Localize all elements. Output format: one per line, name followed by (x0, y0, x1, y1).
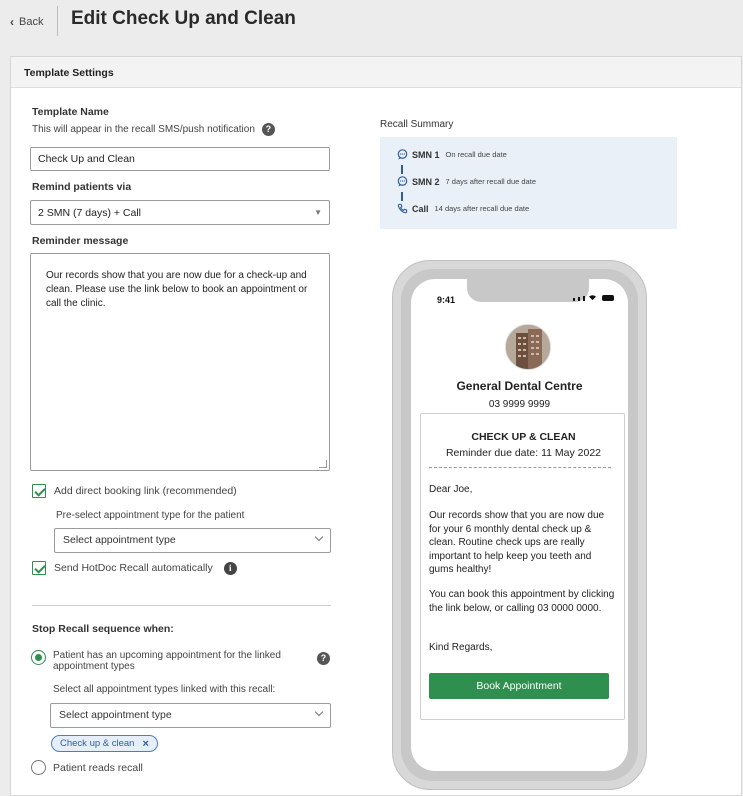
back-label: Back (19, 16, 44, 28)
preselect-appointment-dropdown[interactable]: Select appointment type (54, 528, 331, 553)
timeline-connector (401, 165, 403, 174)
radio-unselected[interactable] (31, 760, 46, 775)
back-button[interactable]: ‹ Back (10, 15, 43, 29)
summary-item-smn2: SMN 2 7 days after recall due date (397, 176, 536, 187)
chevron-down-icon (314, 707, 324, 717)
header-divider (57, 6, 58, 36)
recall-message-card: CHECK UP & CLEAN Reminder due date: 11 M… (420, 413, 625, 720)
top-bar: ‹ Back Edit Check Up and Clean (0, 0, 743, 56)
linked-types-label: Select all appointment types linked with… (53, 684, 276, 695)
book-appointment-button[interactable]: Book Appointment (429, 673, 609, 699)
chat-bubble-icon (397, 176, 408, 187)
message-body-1: Our records show that you are now due fo… (429, 510, 605, 575)
booking-link-row: Add direct booking link (recommended) (32, 484, 237, 498)
summary-item-desc: On recall due date (445, 150, 507, 159)
info-icon[interactable]: i (223, 561, 237, 575)
stop-option-reads[interactable]: Patient reads recall (31, 760, 143, 775)
message-signoff: Kind Regards, (429, 642, 493, 653)
stop-recall-label: Stop Recall sequence when: (32, 623, 174, 635)
summary-item-name: SMN 1 (412, 149, 440, 160)
linked-placeholder: Select appointment type (59, 709, 172, 721)
page-title: Edit Check Up and Clean (71, 8, 296, 29)
preselect-label: Pre-select appointment type for the pati… (56, 510, 245, 521)
template-name-help-row: This will appear in the recall SMS/push … (32, 123, 275, 136)
close-icon[interactable]: × (142, 738, 148, 750)
reminder-message-text: Our records show that you are now due fo… (46, 270, 308, 309)
section-divider (32, 605, 331, 606)
reminder-message-textarea[interactable]: Our records show that you are now due fo… (30, 253, 330, 471)
signal-icon (578, 297, 580, 301)
summary-item-name: Call (412, 203, 429, 214)
status-time: 9:41 (437, 295, 456, 305)
card-divider (429, 467, 611, 468)
template-name-label: Template Name (32, 106, 109, 118)
stop-option-upcoming-line1: Patient has an upcoming appointment for … (53, 650, 281, 661)
chevron-left-icon: ‹ (10, 15, 14, 29)
message-greeting: Dear Joe, (429, 484, 473, 495)
panel-title: Template Settings (11, 57, 741, 88)
summary-item-desc: 7 days after recall due date (445, 177, 536, 186)
recall-summary-title: Recall Summary (380, 119, 454, 130)
clinic-name: General Dental Centre (456, 379, 583, 393)
chevron-down-icon (314, 532, 324, 542)
auto-send-checkbox[interactable] (32, 561, 46, 575)
signal-icon (573, 298, 575, 301)
caret-down-icon: ▼ (314, 208, 322, 217)
help-icon[interactable]: ? (261, 123, 275, 136)
wifi-icon (589, 295, 596, 301)
appointment-type-chip: Check up & clean × (51, 735, 158, 752)
remind-via-label: Remind patients via (32, 181, 132, 193)
stop-option-reads-label: Patient reads recall (53, 761, 143, 774)
recall-summary-box: SMN 1 On recall due date SMN 2 7 days af… (380, 137, 677, 229)
stop-option-upcoming[interactable]: Patient has an upcoming appointment for … (31, 650, 281, 672)
template-name-help-text: This will appear in the recall SMS/push … (32, 124, 255, 135)
message-body-2: You can book this appointment by clickin… (429, 589, 615, 614)
status-icons (573, 294, 614, 301)
stop-option-upcoming-label: Patient has an upcoming appointment for … (53, 650, 281, 672)
preselect-placeholder: Select appointment type (63, 534, 176, 546)
radio-selected[interactable] (31, 650, 46, 665)
battery-icon (602, 295, 614, 301)
card-due-date: Reminder due date: 11 May 2022 (445, 447, 602, 459)
auto-send-label: Send HotDoc Recall automatically (54, 562, 213, 574)
booking-link-checkbox[interactable] (32, 484, 46, 498)
reminder-message-label: Reminder message (32, 235, 129, 247)
remind-via-value: 2 SMN (7 days) + Call (38, 207, 141, 219)
phone-notch (467, 279, 589, 302)
card-title: CHECK UP & CLEAN (471, 431, 576, 443)
clinic-avatar (505, 324, 551, 370)
template-name-input[interactable]: Check Up and Clean (30, 147, 330, 171)
auto-send-row: Send HotDoc Recall automatically i (32, 561, 237, 575)
summary-item-smn1: SMN 1 On recall due date (397, 149, 507, 160)
signal-icon (583, 296, 585, 301)
chip-label: Check up & clean (60, 738, 135, 749)
chat-bubble-icon (397, 149, 408, 160)
help-icon[interactable]: ? (317, 652, 330, 665)
booking-link-label: Add direct booking link (recommended) (54, 485, 237, 497)
timeline-connector (401, 192, 403, 201)
phone-icon (397, 203, 408, 214)
summary-item-name: SMN 2 (412, 176, 440, 187)
building-image (506, 325, 550, 369)
linked-appointment-dropdown[interactable]: Select appointment type (50, 703, 331, 728)
stop-option-upcoming-line2: appointment types (53, 661, 135, 672)
remind-via-select[interactable]: 2 SMN (7 days) + Call ▼ (30, 200, 330, 225)
summary-item-call: Call 14 days after recall due date (397, 203, 529, 214)
summary-item-desc: 14 days after recall due date (434, 204, 530, 213)
resize-handle-icon[interactable] (319, 460, 327, 468)
clinic-phone: 03 9999 9999 (488, 399, 551, 410)
